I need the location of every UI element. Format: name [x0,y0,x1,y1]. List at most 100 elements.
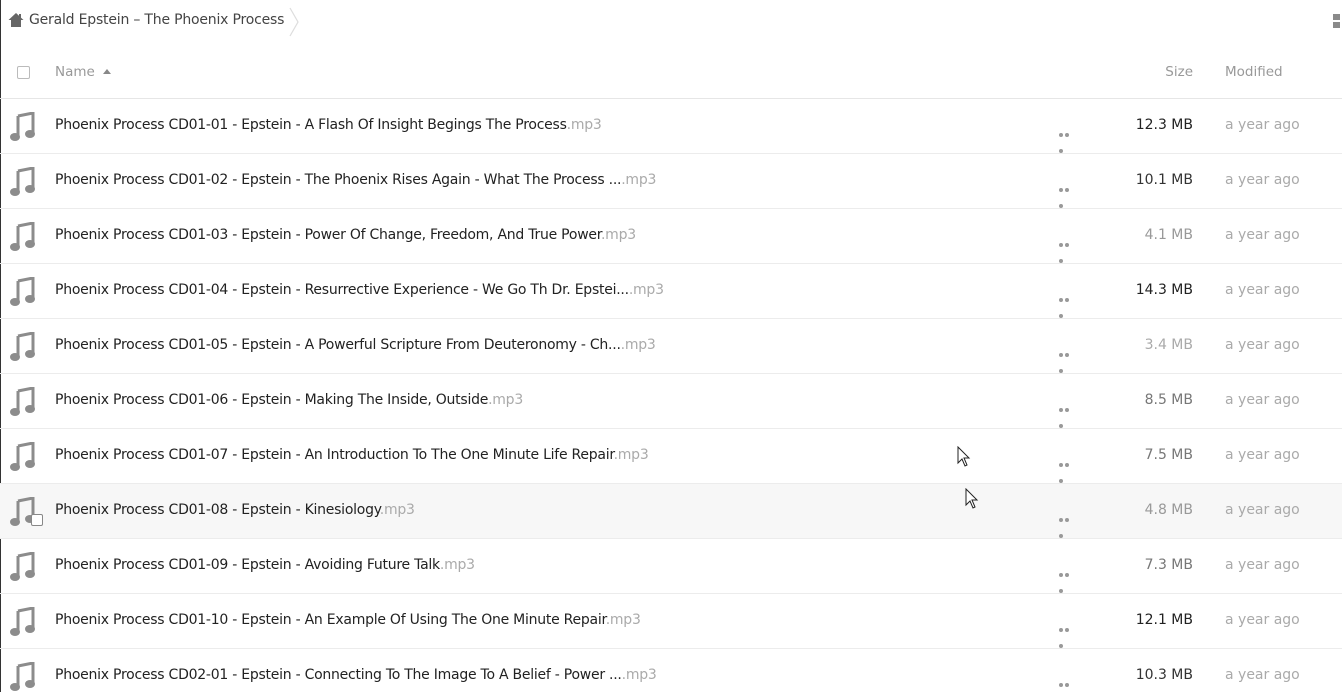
column-size[interactable]: Size [1165,64,1193,80]
file-size: 4.1 MB [1144,227,1193,243]
file-name[interactable]: Phoenix Process CD01-01 - Epstein - A Fl… [55,117,602,133]
file-modified: a year ago [1225,117,1300,133]
file-size: 7.3 MB [1144,557,1193,573]
more-icon[interactable] [1059,455,1076,483]
more-icon[interactable] [1059,345,1076,373]
file-row[interactable]: Phoenix Process CD01-07 - Epstein - An I… [0,429,1342,484]
music-note-icon [9,551,35,582]
file-row[interactable]: Phoenix Process CD01-05 - Epstein - A Po… [0,319,1342,374]
file-list: Phoenix Process CD01-01 - Epstein - A Fl… [0,99,1342,692]
music-note-icon [9,111,35,142]
file-extension: .mp3 [621,172,657,188]
mouse-cursor-icon [957,446,971,467]
more-icon[interactable] [1059,510,1076,538]
more-icon[interactable] [1059,675,1076,687]
file-modified: a year ago [1225,227,1300,243]
file-basename: Phoenix Process CD01-04 - Epstein - Resu… [55,282,629,298]
file-size: 4.8 MB [1144,502,1193,518]
file-name[interactable]: Phoenix Process CD01-02 - Epstein - The … [55,172,656,188]
music-note-icon [9,441,35,472]
file-row[interactable]: Phoenix Process CD01-02 - Epstein - The … [0,154,1342,209]
file-name[interactable]: Phoenix Process CD01-10 - Epstein - An E… [55,612,641,628]
file-row[interactable]: Phoenix Process CD01-06 - Epstein - Maki… [0,374,1342,429]
file-name[interactable]: Phoenix Process CD01-07 - Epstein - An I… [55,447,649,463]
home-icon[interactable] [8,12,24,28]
more-icon[interactable] [1059,235,1076,263]
file-extension: .mp3 [488,392,523,408]
row-checkbox[interactable] [31,514,43,526]
file-extension: .mp3 [628,282,664,298]
file-size: 10.1 MB [1135,172,1193,188]
file-name[interactable]: Phoenix Process CD01-08 - Epstein - Kine… [55,502,415,518]
file-basename: Phoenix Process CD01-09 - Epstein - Avoi… [55,557,440,573]
file-row[interactable]: Phoenix Process CD01-04 - Epstein - Resu… [0,264,1342,319]
file-size: 14.3 MB [1135,282,1193,298]
file-row[interactable]: Phoenix Process CD01-03 - Epstein - Powe… [0,209,1342,264]
file-modified: a year ago [1225,557,1300,573]
file-basename: Phoenix Process CD01-05 - Epstein - A Po… [55,337,621,353]
file-name[interactable]: Phoenix Process CD01-06 - Epstein - Maki… [55,392,523,408]
file-modified: a year ago [1225,447,1300,463]
more-icon[interactable] [1059,290,1076,318]
file-extension: .mp3 [439,557,475,573]
file-name[interactable]: Phoenix Process CD01-03 - Epstein - Powe… [55,227,636,243]
file-row[interactable]: Phoenix Process CD01-08 - Epstein - Kine… [0,484,1342,539]
music-note-icon [9,386,35,417]
file-modified: a year ago [1225,612,1300,628]
file-row[interactable]: Phoenix Process CD01-01 - Epstein - A Fl… [0,99,1342,154]
file-row[interactable]: Phoenix Process CD01-09 - Epstein - Avoi… [0,539,1342,594]
music-note-icon [9,276,35,307]
file-basename: Phoenix Process CD01-08 - Epstein - Kine… [55,502,380,518]
file-extension: .mp3 [621,667,657,683]
music-note-icon [9,331,35,362]
file-size: 12.3 MB [1135,117,1193,133]
chevron-right-icon [289,7,299,37]
file-name[interactable]: Phoenix Process CD02-01 - Epstein - Conn… [55,667,657,683]
file-modified: a year ago [1225,667,1300,683]
file-extension: .mp3 [613,447,649,463]
file-basename: Phoenix Process CD01-07 - Epstein - An I… [55,447,614,463]
file-name[interactable]: Phoenix Process CD01-04 - Epstein - Resu… [55,282,664,298]
file-modified: a year ago [1225,502,1300,518]
music-note-icon [9,661,35,692]
file-name[interactable]: Phoenix Process CD01-05 - Epstein - A Po… [55,337,656,353]
column-modified[interactable]: Modified [1225,64,1283,80]
music-note-icon [9,166,35,197]
breadcrumb-folder[interactable]: Gerald Epstein – The Phoenix Process [29,12,284,28]
select-all-checkbox[interactable] [17,66,30,79]
file-size: 8.5 MB [1144,392,1193,408]
file-extension: .mp3 [600,227,636,243]
file-modified: a year ago [1225,172,1300,188]
file-basename: Phoenix Process CD01-06 - Epstein - Maki… [55,392,489,408]
more-icon[interactable] [1059,180,1076,208]
file-extension: .mp3 [566,117,602,133]
file-basename: Phoenix Process CD01-02 - Epstein - The … [55,172,622,188]
music-note-icon [9,606,35,637]
file-extension: .mp3 [605,612,641,628]
column-name[interactable]: Name [55,64,95,80]
sort-ascending-icon[interactable] [103,69,111,74]
file-size: 7.5 MB [1144,447,1193,463]
file-basename: Phoenix Process CD01-10 - Epstein - An E… [55,612,606,628]
file-extension: .mp3 [379,502,415,518]
file-basename: Phoenix Process CD02-01 - Epstein - Conn… [55,667,622,683]
file-size: 12.1 MB [1135,612,1193,628]
file-basename: Phoenix Process CD01-01 - Epstein - A Fl… [55,117,567,133]
file-basename: Phoenix Process CD01-03 - Epstein - Powe… [55,227,601,243]
music-note-icon [9,221,35,252]
mouse-cursor-icon [965,488,979,509]
more-icon[interactable] [1059,620,1076,648]
file-modified: a year ago [1225,282,1300,298]
more-icon[interactable] [1059,125,1076,153]
file-size: 10.3 MB [1135,667,1193,683]
file-list-header: Name Size Modified [0,44,1342,99]
file-modified: a year ago [1225,392,1300,408]
file-size: 3.4 MB [1144,337,1193,353]
more-icon[interactable] [1059,565,1076,593]
file-row[interactable]: Phoenix Process CD02-01 - Epstein - Conn… [0,649,1342,692]
more-icon[interactable] [1059,400,1076,428]
file-row[interactable]: Phoenix Process CD01-10 - Epstein - An E… [0,594,1342,649]
file-name[interactable]: Phoenix Process CD01-09 - Epstein - Avoi… [55,557,475,573]
scroll-handle[interactable] [1333,14,1340,30]
file-extension: .mp3 [620,337,656,353]
